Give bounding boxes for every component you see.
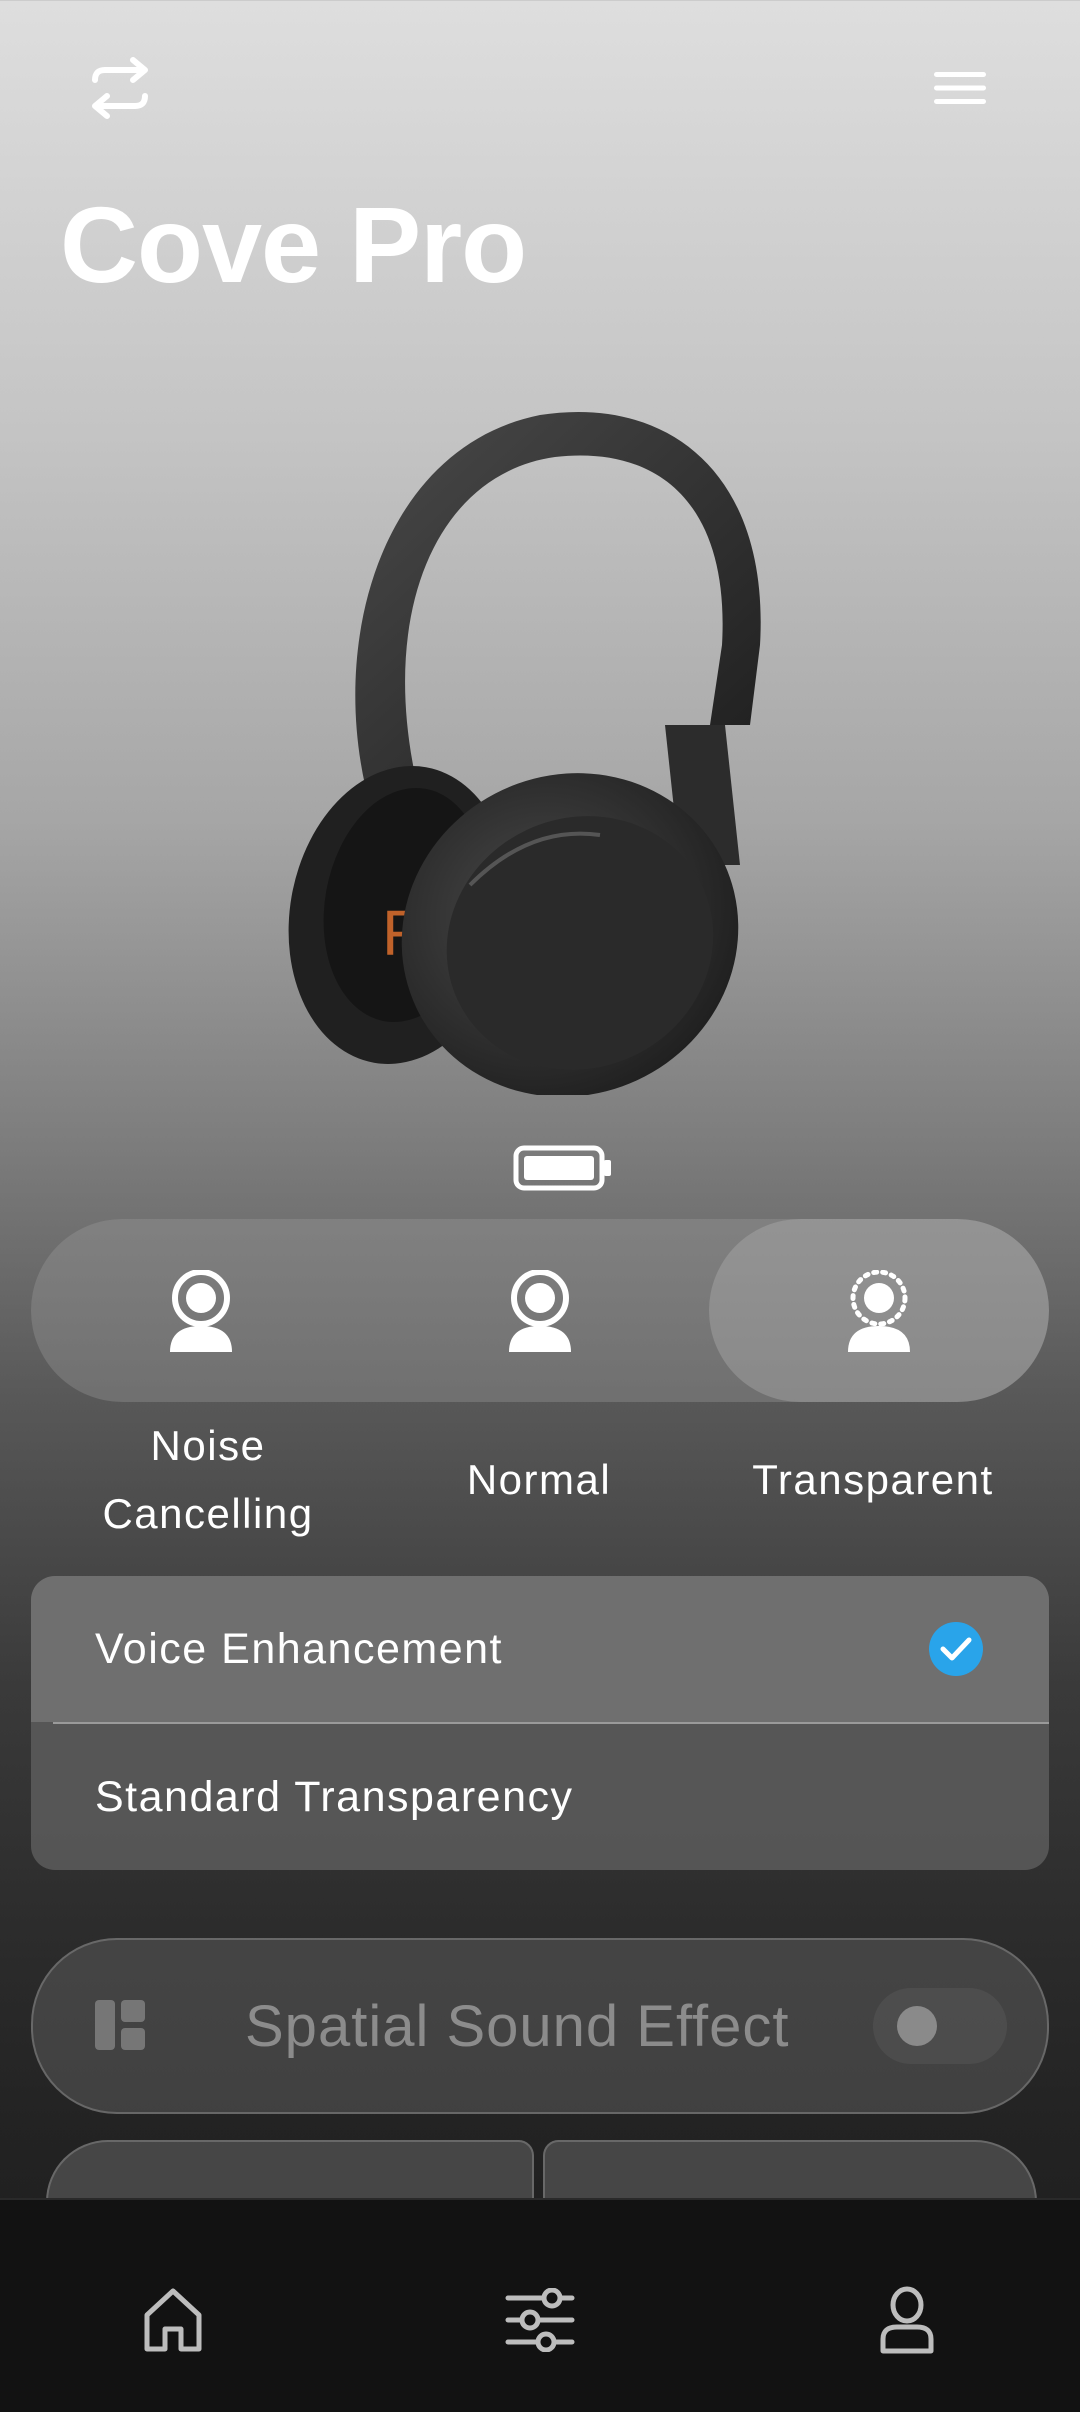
feature-card-left[interactable] bbox=[46, 2140, 534, 2202]
person-normal-icon bbox=[509, 1269, 571, 1352]
mode-transparent[interactable] bbox=[709, 1219, 1049, 1402]
mode-noise-cancelling[interactable] bbox=[31, 1219, 371, 1402]
toggle-knob bbox=[897, 2006, 937, 2046]
mode-label-normal: Normal bbox=[466, 1456, 612, 1503]
person-noise-cancelling-icon bbox=[170, 1269, 232, 1352]
device-switch-button[interactable] bbox=[70, 45, 170, 130]
feature-card-right[interactable] bbox=[543, 2140, 1037, 2202]
anc-mode-selector bbox=[31, 1219, 1049, 1402]
transparency-options: Voice Enhancement Standard Transparency bbox=[31, 1576, 1049, 1870]
hamburger-menu-icon bbox=[934, 71, 986, 104]
mode-label-noise-cancelling: Noise Cancelling bbox=[102, 1422, 314, 1537]
headphones-image: R bbox=[288, 411, 761, 1095]
person-transparent-icon bbox=[848, 1269, 910, 1352]
spatial-sound-label: Spatial Sound Effect bbox=[245, 1993, 790, 2059]
nav-home[interactable] bbox=[123, 2270, 223, 2370]
battery-full-icon bbox=[513, 1145, 611, 1191]
spatial-sound-toggle[interactable] bbox=[873, 1988, 1007, 2064]
checkmark-icon bbox=[929, 1622, 983, 1676]
equalizer-sliders-icon bbox=[505, 2288, 575, 2352]
bottom-navigation bbox=[0, 2198, 1080, 2412]
mode-normal[interactable] bbox=[370, 1219, 710, 1402]
mode-label-transparent: Transparent bbox=[752, 1456, 994, 1503]
menu-button[interactable] bbox=[910, 45, 1010, 130]
option-label: Voice Enhancement bbox=[95, 1624, 503, 1673]
spatial-sound-card[interactable]: Spatial Sound Effect bbox=[31, 1938, 1049, 2114]
option-voice-enhancement[interactable]: Voice Enhancement bbox=[31, 1576, 1049, 1722]
profile-icon bbox=[880, 2286, 934, 2354]
device-title: Cove Pro bbox=[60, 184, 527, 305]
device-switch-icon bbox=[92, 56, 148, 119]
option-label: Standard Transparency bbox=[95, 1772, 574, 1821]
option-standard-transparency[interactable]: Standard Transparency bbox=[31, 1724, 1049, 1870]
nav-equalizer[interactable] bbox=[490, 2270, 590, 2370]
nav-profile[interactable] bbox=[857, 2270, 957, 2370]
home-icon bbox=[144, 2288, 202, 2352]
spatial-grid-icon bbox=[95, 2000, 145, 2050]
